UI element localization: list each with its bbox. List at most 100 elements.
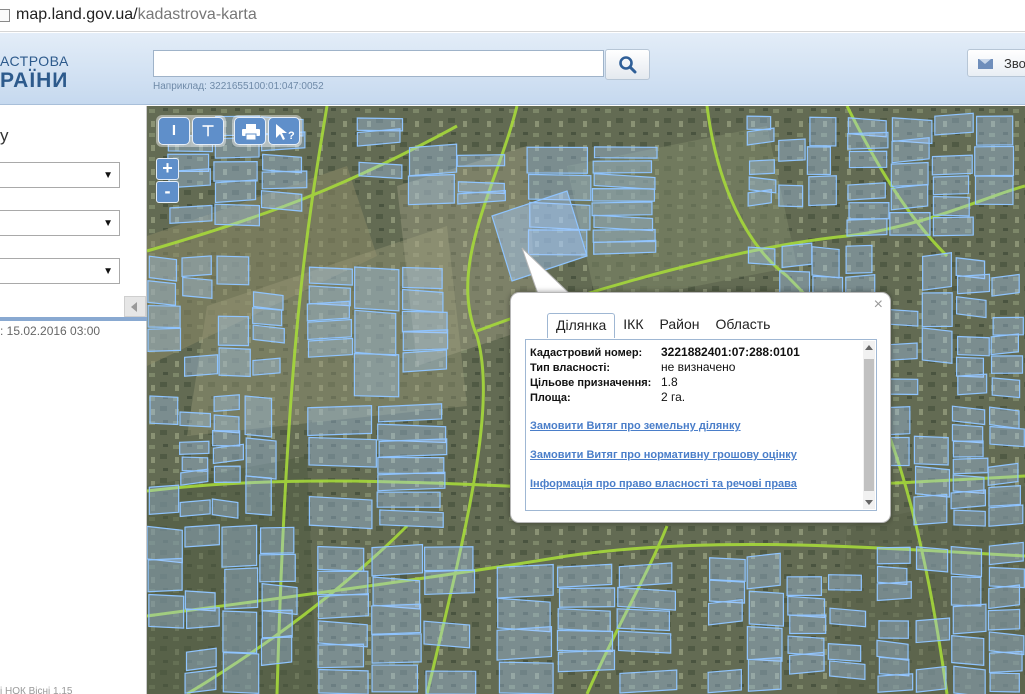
land-parcel[interactable] — [496, 625, 553, 661]
land-parcel[interactable] — [707, 668, 742, 694]
land-parcel[interactable] — [402, 349, 448, 373]
region-select[interactable]: ▼ — [0, 162, 120, 188]
land-parcel[interactable] — [877, 673, 914, 693]
land-parcel[interactable] — [747, 188, 772, 207]
land-parcel[interactable] — [975, 115, 1014, 146]
land-parcel[interactable] — [556, 629, 614, 653]
land-parcel[interactable] — [747, 656, 782, 692]
land-parcel[interactable] — [932, 195, 970, 217]
land-parcel[interactable] — [317, 545, 365, 572]
scroll-down-icon[interactable] — [865, 500, 873, 505]
land-parcel[interactable] — [498, 661, 554, 694]
district-select[interactable]: ▼ — [0, 210, 120, 236]
land-parcel[interactable] — [371, 633, 422, 664]
land-parcel[interactable] — [211, 498, 239, 519]
land-parcel[interactable] — [245, 437, 277, 480]
land-parcel[interactable] — [377, 456, 445, 475]
land-parcel[interactable] — [308, 495, 373, 530]
land-parcel[interactable] — [953, 665, 986, 694]
land-parcel[interactable] — [353, 353, 400, 398]
land-parcel[interactable] — [377, 471, 446, 492]
land-parcel[interactable] — [179, 440, 210, 455]
land-parcel[interactable] — [308, 436, 377, 468]
land-parcel[interactable] — [991, 273, 1020, 297]
land-parcel[interactable] — [317, 620, 368, 648]
land-parcel[interactable] — [214, 179, 257, 204]
land-parcel[interactable] — [593, 214, 654, 232]
land-parcel[interactable] — [950, 489, 987, 510]
measure-distance-button[interactable]: I — [158, 117, 190, 145]
land-parcel[interactable] — [617, 586, 677, 611]
land-parcel[interactable] — [252, 357, 281, 376]
land-parcel[interactable] — [376, 491, 441, 508]
land-parcel[interactable] — [148, 484, 180, 515]
land-parcel[interactable] — [876, 546, 911, 565]
land-parcel[interactable] — [221, 524, 258, 568]
land-parcel[interactable] — [913, 493, 948, 526]
land-parcel[interactable] — [425, 670, 477, 694]
land-parcel[interactable] — [789, 651, 825, 675]
land-parcel[interactable] — [147, 280, 177, 306]
land-parcel[interactable] — [748, 590, 785, 627]
url-text[interactable]: map.land.gov.ua/kadastrova-karta — [16, 6, 257, 24]
land-parcel[interactable] — [952, 603, 987, 635]
land-parcel[interactable] — [932, 175, 970, 196]
land-parcel[interactable] — [222, 610, 258, 654]
land-parcel[interactable] — [991, 377, 1021, 399]
land-parcel[interactable] — [407, 173, 455, 206]
order-parcel-extract-link[interactable]: Замовити Витяг про земельну ділянку — [530, 420, 741, 432]
land-parcel[interactable] — [951, 634, 985, 667]
land-parcel[interactable] — [213, 161, 258, 182]
land-parcel[interactable] — [957, 335, 990, 357]
land-parcel[interactable] — [988, 504, 1024, 527]
land-parcel[interactable] — [456, 154, 506, 167]
land-parcel[interactable] — [778, 138, 806, 162]
land-parcel[interactable] — [526, 146, 589, 174]
land-parcel[interactable] — [878, 620, 909, 639]
land-parcel[interactable] — [213, 394, 240, 412]
land-parcel[interactable] — [557, 608, 611, 633]
land-parcel[interactable] — [890, 161, 929, 188]
land-parcel[interactable] — [811, 246, 840, 279]
close-popup-button[interactable]: × — [874, 296, 883, 314]
land-parcel[interactable] — [592, 160, 653, 174]
land-parcel[interactable] — [307, 405, 373, 437]
land-parcel[interactable] — [371, 664, 419, 693]
land-parcel[interactable] — [379, 509, 444, 529]
land-parcel[interactable] — [748, 159, 775, 176]
land-parcel[interactable] — [185, 647, 217, 672]
land-parcel[interactable] — [988, 584, 1021, 610]
land-parcel[interactable] — [617, 630, 672, 654]
land-parcel[interactable] — [261, 609, 293, 639]
land-parcel[interactable] — [829, 660, 866, 681]
land-parcel[interactable] — [989, 406, 1020, 430]
land-parcel[interactable] — [915, 546, 949, 573]
land-parcel[interactable] — [974, 145, 1015, 177]
land-parcel[interactable] — [932, 216, 974, 237]
land-parcel[interactable] — [423, 620, 471, 649]
land-parcel[interactable] — [212, 443, 244, 465]
tab-region[interactable]: Область — [708, 313, 779, 338]
council-select[interactable]: ▼ — [0, 258, 120, 284]
land-parcel[interactable] — [148, 593, 185, 629]
land-parcel[interactable] — [746, 115, 772, 131]
land-parcel[interactable] — [147, 525, 183, 564]
land-parcel[interactable] — [915, 665, 947, 693]
land-parcel[interactable] — [184, 354, 219, 377]
land-parcel[interactable] — [318, 668, 369, 694]
measure-area-button[interactable]: ⊤ — [192, 117, 224, 145]
land-parcel[interactable] — [307, 318, 353, 341]
land-parcel[interactable] — [591, 188, 656, 202]
land-parcel[interactable] — [593, 146, 658, 159]
land-parcel[interactable] — [921, 327, 953, 365]
land-parcel[interactable] — [259, 553, 296, 583]
land-parcel[interactable] — [829, 607, 867, 628]
land-parcel[interactable] — [789, 614, 827, 635]
scroll-up-icon[interactable] — [865, 345, 873, 350]
land-parcel[interactable] — [252, 291, 284, 311]
land-parcel[interactable] — [149, 395, 179, 426]
search-button[interactable] — [605, 49, 650, 80]
land-parcel[interactable] — [185, 606, 220, 630]
land-parcel[interactable] — [308, 266, 353, 286]
zoom-in-button[interactable]: + — [156, 158, 179, 180]
